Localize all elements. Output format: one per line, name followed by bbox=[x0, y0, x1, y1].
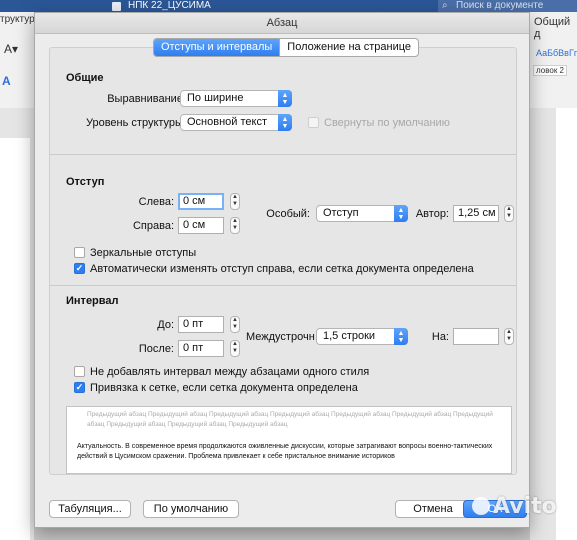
spacing-before-stepper[interactable]: ▲ ▼ bbox=[230, 316, 240, 333]
document-canvas-left bbox=[0, 108, 34, 540]
spacing-after-stepper[interactable]: ▲ ▼ bbox=[230, 340, 240, 357]
indent-left-label: Слева: bbox=[138, 196, 174, 208]
indent-by-input[interactable]: 1,25 см bbox=[453, 205, 499, 222]
indent-by-stepper[interactable]: ▲ ▼ bbox=[504, 205, 514, 222]
auto-adjust-indent-checkbox[interactable]: ✓ bbox=[74, 263, 85, 274]
outline-level-label: Уровень структуры: bbox=[85, 117, 186, 129]
collapsed-by-default-checkbox[interactable] bbox=[308, 117, 319, 128]
chevron-updown-icon: ▲ ▼ bbox=[278, 114, 292, 131]
spacing-before-input[interactable]: 0 пт bbox=[178, 316, 224, 333]
search-placeholder: Поиск в документе bbox=[456, 0, 544, 11]
alignment-value: По ширине bbox=[187, 92, 244, 104]
indent-right-stepper[interactable]: ▲ ▼ bbox=[230, 217, 240, 234]
ribbon-left: труктур A▾ A bbox=[0, 12, 35, 108]
dialog-tab-bar: Отступы и интервалы Положение на страниц… bbox=[153, 38, 420, 57]
paragraph-preview: Предыдущий абзац Предыдущий абзац Предыд… bbox=[66, 406, 512, 474]
snap-to-grid-label: Привязка к сетке, если сетка документа о… bbox=[90, 382, 358, 394]
cancel-button[interactable]: Отмена bbox=[395, 500, 471, 518]
indent-heading: Отступ bbox=[66, 176, 105, 188]
indent-left-input[interactable]: 0 см bbox=[178, 193, 224, 210]
indent-left-stepper[interactable]: ▲ ▼ bbox=[230, 193, 240, 210]
special-indent-label: Особый: bbox=[266, 208, 310, 220]
mirror-indents-checkbox[interactable] bbox=[74, 247, 85, 258]
app-titlebar: НПК 22_ЦУСИМА ⌕ Поиск в документе bbox=[0, 0, 577, 12]
spacing-after-input[interactable]: 0 пт bbox=[178, 340, 224, 357]
line-spacing-select[interactable]: 1,5 строки ▲ ▼ bbox=[316, 328, 408, 345]
share-button[interactable]: Общий д bbox=[534, 16, 577, 40]
style-sample[interactable]: АаБбВвГгД bbox=[536, 48, 577, 58]
avito-watermark: Avito bbox=[472, 494, 557, 519]
style-name[interactable]: ловок 2 bbox=[533, 65, 567, 76]
alignment-label: Выравнивание: bbox=[107, 93, 186, 105]
special-indent-select[interactable]: Отступ ▲ ▼ bbox=[316, 205, 408, 222]
snap-to-grid-checkbox[interactable]: ✓ bbox=[74, 382, 85, 393]
spacing-before-label: До: bbox=[157, 319, 174, 331]
preview-current-paragraph: Актуальность. В современное время продол… bbox=[77, 443, 493, 460]
no-space-same-style-checkbox[interactable] bbox=[74, 366, 85, 377]
line-spacing-label: Междустрочн bbox=[246, 331, 315, 343]
line-spacing-at-label: На: bbox=[431, 331, 449, 343]
auto-adjust-indent-label: Автоматически изменять отступ справа, ес… bbox=[90, 263, 474, 275]
general-heading: Общие bbox=[66, 72, 104, 84]
indent-right-input[interactable]: 0 см bbox=[178, 217, 224, 234]
alignment-select[interactable]: По ширине ▲ ▼ bbox=[180, 90, 292, 107]
paragraph-dialog: Абзац Общие Выравнивание: По ширине ▲ ▼ У… bbox=[34, 12, 530, 528]
font-size-icon[interactable]: A▾ bbox=[4, 42, 18, 56]
mirror-indents-label: Зеркальные отступы bbox=[90, 247, 197, 259]
ribbon-right: Общий д АаБбВвГгД ловок 2 bbox=[530, 12, 577, 108]
ribbon-label: труктур bbox=[0, 14, 35, 25]
document-search-field[interactable]: ⌕ Поиск в документе bbox=[438, 0, 577, 12]
spacing-after-label: После: bbox=[138, 343, 174, 355]
spacing-heading: Интервал bbox=[66, 295, 119, 307]
tabs-button[interactable]: Табуляция... bbox=[49, 500, 131, 518]
special-indent-value: Отступ bbox=[323, 207, 359, 219]
chevron-updown-icon: ▲ ▼ bbox=[278, 90, 292, 107]
dialog-title: Абзац bbox=[35, 13, 529, 34]
indents-spacing-panel: Общие Выравнивание: По ширине ▲ ▼ Уровень… bbox=[49, 47, 517, 475]
outline-level-value: Основной текст bbox=[187, 116, 267, 128]
preview-previous-paragraph: Предыдущий абзац Предыдущий абзац Предыд… bbox=[87, 411, 493, 428]
outline-level-select[interactable]: Основной текст ▲ ▼ bbox=[180, 114, 292, 131]
document-icon bbox=[112, 2, 121, 11]
indent-by-label: Автор: bbox=[415, 208, 449, 220]
collapsed-by-default-label: Свернуты по умолчанию bbox=[324, 117, 450, 129]
avito-logo-icon bbox=[472, 497, 490, 515]
document-page bbox=[556, 108, 577, 540]
search-icon: ⌕ bbox=[442, 0, 448, 11]
document-canvas-right bbox=[530, 108, 577, 540]
section-divider bbox=[50, 285, 516, 286]
section-divider bbox=[50, 154, 516, 155]
document-title: НПК 22_ЦУСИМА bbox=[128, 0, 211, 11]
set-default-button[interactable]: По умолчанию bbox=[143, 500, 239, 518]
line-spacing-at-stepper[interactable]: ▲ ▼ bbox=[504, 328, 514, 345]
no-space-same-style-label: Не добавлять интервал между абзацами одн… bbox=[90, 366, 370, 378]
tab-line-page-breaks[interactable]: Положение на странице bbox=[279, 39, 418, 56]
tab-indents-spacing[interactable]: Отступы и интервалы bbox=[154, 39, 280, 56]
text-effects-icon[interactable]: A bbox=[2, 74, 11, 88]
line-spacing-value: 1,5 строки bbox=[323, 330, 376, 342]
watermark-text: Avito bbox=[493, 494, 557, 519]
indent-right-label: Справа: bbox=[132, 220, 174, 232]
document-page bbox=[0, 138, 30, 540]
line-spacing-at-input[interactable] bbox=[453, 328, 499, 345]
